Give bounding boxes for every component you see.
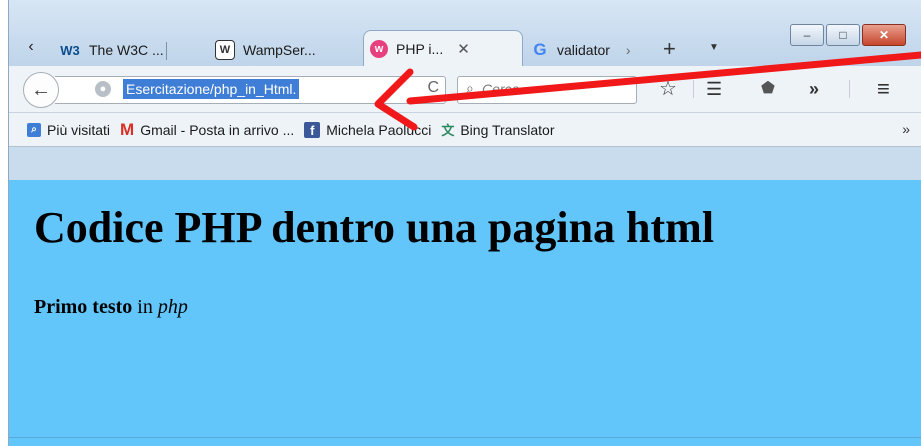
arrow-shaft	[406, 51, 921, 105]
annotation-arrow	[374, 51, 921, 131]
